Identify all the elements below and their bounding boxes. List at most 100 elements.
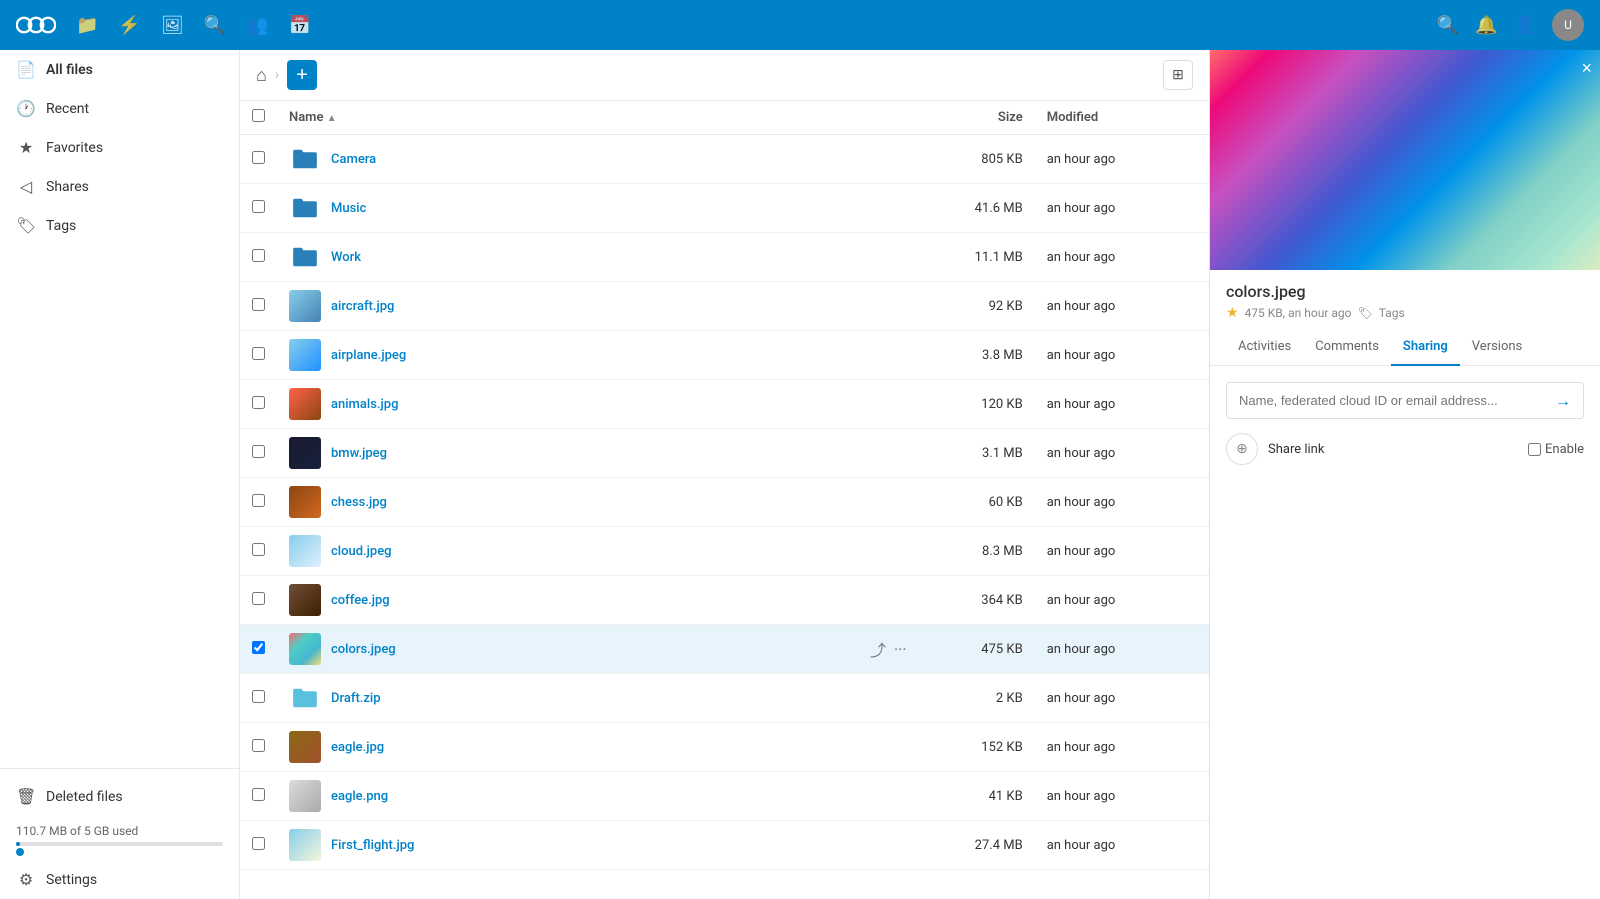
home-breadcrumb[interactable]: ⌂ [256,65,267,86]
table-row[interactable]: aircraft.jpg ⤴ ··· 92 KBan hour ago [240,282,1209,331]
share-action-icon[interactable]: ⤴ [870,833,886,857]
table-row[interactable]: colors.jpeg ⤴ ··· 475 KBan hour ago [240,625,1209,674]
sidebar-item-tags[interactable]: 🏷 Tags [0,206,239,245]
file-name[interactable]: aircraft.jpg [331,299,394,314]
file-name[interactable]: colors.jpeg [331,642,396,657]
more-action-icon[interactable]: ··· [894,150,907,169]
share-action-icon[interactable]: ⤴ [870,735,886,759]
enable-checkbox-label[interactable]: Enable [1528,442,1584,457]
file-name[interactable]: First_flight.jpg [331,838,414,853]
sidebar-item-settings[interactable]: ⚙ Settings [0,860,239,899]
more-action-icon[interactable]: ··· [894,444,907,463]
share-action-icon[interactable]: ⤴ [870,637,886,661]
row-checkbox[interactable] [252,690,265,703]
sidebar-item-shares[interactable]: ◁ Shares [0,167,239,206]
nav-activity-icon[interactable]: ⚡ [118,15,140,36]
file-name[interactable]: eagle.png [331,789,388,804]
avatar[interactable]: U [1552,9,1584,41]
more-action-icon[interactable]: ··· [894,297,907,316]
share-action-icon[interactable]: ⤴ [870,686,886,710]
size-header[interactable]: Size [919,101,1035,135]
table-row[interactable]: eagle.jpg ⤴ ··· 152 KBan hour ago [240,723,1209,772]
file-name[interactable]: cloud.jpeg [331,544,392,559]
sidebar-item-all-files[interactable]: 📄 All files [0,50,239,89]
panel-close-button[interactable]: × [1581,58,1592,79]
row-checkbox[interactable] [252,494,265,507]
row-checkbox[interactable] [252,592,265,605]
table-row[interactable]: Draft.zip ⤴ ··· 2 KBan hour ago [240,674,1209,723]
file-name[interactable]: bmw.jpeg [331,446,387,461]
row-checkbox[interactable] [252,445,265,458]
table-row[interactable]: bmw.jpeg ⤴ ··· 3.1 MBan hour ago [240,429,1209,478]
tab-activities[interactable]: Activities [1226,329,1303,366]
table-row[interactable]: Music ⤴ ··· 41.6 MBan hour ago [240,184,1209,233]
more-action-icon[interactable]: ··· [894,738,907,757]
share-action-icon[interactable]: ⤴ [870,490,886,514]
row-checkbox[interactable] [252,543,265,556]
app-logo[interactable] [16,11,56,39]
table-row[interactable]: coffee.jpg ⤴ ··· 364 KBan hour ago [240,576,1209,625]
bell-icon[interactable]: 🔔 [1475,15,1497,36]
more-action-icon[interactable]: ··· [894,640,907,659]
user-icon[interactable]: 👤 [1514,15,1536,36]
more-action-icon[interactable]: ··· [894,542,907,561]
file-name[interactable]: animals.jpg [331,397,398,412]
nav-calendar-icon[interactable]: 📅 [289,15,311,36]
share-action-icon[interactable]: ⤴ [870,441,886,465]
file-name[interactable]: Camera [331,152,376,167]
file-name[interactable]: airplane.jpeg [331,348,406,363]
tab-versions[interactable]: Versions [1460,329,1534,366]
enable-checkbox[interactable] [1528,443,1541,456]
name-header[interactable]: Name ▲ [277,101,858,135]
table-row[interactable]: animals.jpg ⤴ ··· 120 KBan hour ago [240,380,1209,429]
more-action-icon[interactable]: ··· [894,787,907,806]
row-checkbox[interactable] [252,837,265,850]
tab-comments[interactable]: Comments [1303,329,1391,366]
star-icon[interactable]: ★ [1226,305,1239,321]
row-checkbox[interactable] [252,396,265,409]
tab-sharing[interactable]: Sharing [1391,329,1460,366]
nav-search-icon[interactable]: 🔍 [204,15,226,36]
share-action-icon[interactable]: ⤴ [870,147,886,171]
share-action-icon[interactable]: ⤴ [870,196,886,220]
sidebar-item-recent[interactable]: 🕐 Recent [0,89,239,128]
share-arrow-button[interactable]: → [1543,391,1583,411]
row-checkbox[interactable] [252,739,265,752]
table-row[interactable]: chess.jpg ⤴ ··· 60 KBan hour ago [240,478,1209,527]
row-checkbox[interactable] [252,347,265,360]
file-name[interactable]: Draft.zip [331,691,381,706]
share-action-icon[interactable]: ⤴ [870,539,886,563]
select-all-checkbox[interactable] [252,109,265,122]
share-action-icon[interactable]: ⤴ [870,343,886,367]
share-input[interactable] [1227,383,1543,418]
table-row[interactable]: eagle.png ⤴ ··· 41 KBan hour ago [240,772,1209,821]
search-icon[interactable]: 🔍 [1437,15,1459,36]
file-name[interactable]: coffee.jpg [331,593,390,608]
table-row[interactable]: airplane.jpeg ⤴ ··· 3.8 MBan hour ago [240,331,1209,380]
row-checkbox[interactable] [252,298,265,311]
file-name[interactable]: chess.jpg [331,495,387,510]
table-row[interactable]: First_flight.jpg ⤴ ··· 27.4 MBan hour ag… [240,821,1209,870]
more-action-icon[interactable]: ··· [894,493,907,512]
more-action-icon[interactable]: ··· [894,248,907,267]
file-name[interactable]: Music [331,201,366,216]
more-action-icon[interactable]: ··· [894,346,907,365]
share-action-icon[interactable]: ⤴ [870,784,886,808]
sidebar-item-favorites[interactable]: ★ Favorites [0,128,239,167]
table-row[interactable]: Work ⤴ ··· 11.1 MBan hour ago [240,233,1209,282]
share-action-icon[interactable]: ⤴ [870,245,886,269]
more-action-icon[interactable]: ··· [894,199,907,218]
more-action-icon[interactable]: ··· [894,395,907,414]
more-action-icon[interactable]: ··· [894,689,907,708]
table-row[interactable]: cloud.jpeg ⤴ ··· 8.3 MBan hour ago [240,527,1209,576]
row-checkbox[interactable] [252,641,265,654]
modified-header[interactable]: Modified [1035,101,1209,135]
table-row[interactable]: Camera ⤴ ··· 805 KBan hour ago [240,135,1209,184]
nav-files-icon[interactable]: 📁 [76,15,98,36]
nav-contacts-icon[interactable]: 👥 [246,15,268,36]
share-action-icon[interactable]: ⤴ [870,392,886,416]
row-checkbox[interactable] [252,249,265,262]
file-name[interactable]: eagle.jpg [331,740,384,755]
share-action-icon[interactable]: ⤴ [870,294,886,318]
nav-photos-icon[interactable]: 🖼 [161,15,184,36]
